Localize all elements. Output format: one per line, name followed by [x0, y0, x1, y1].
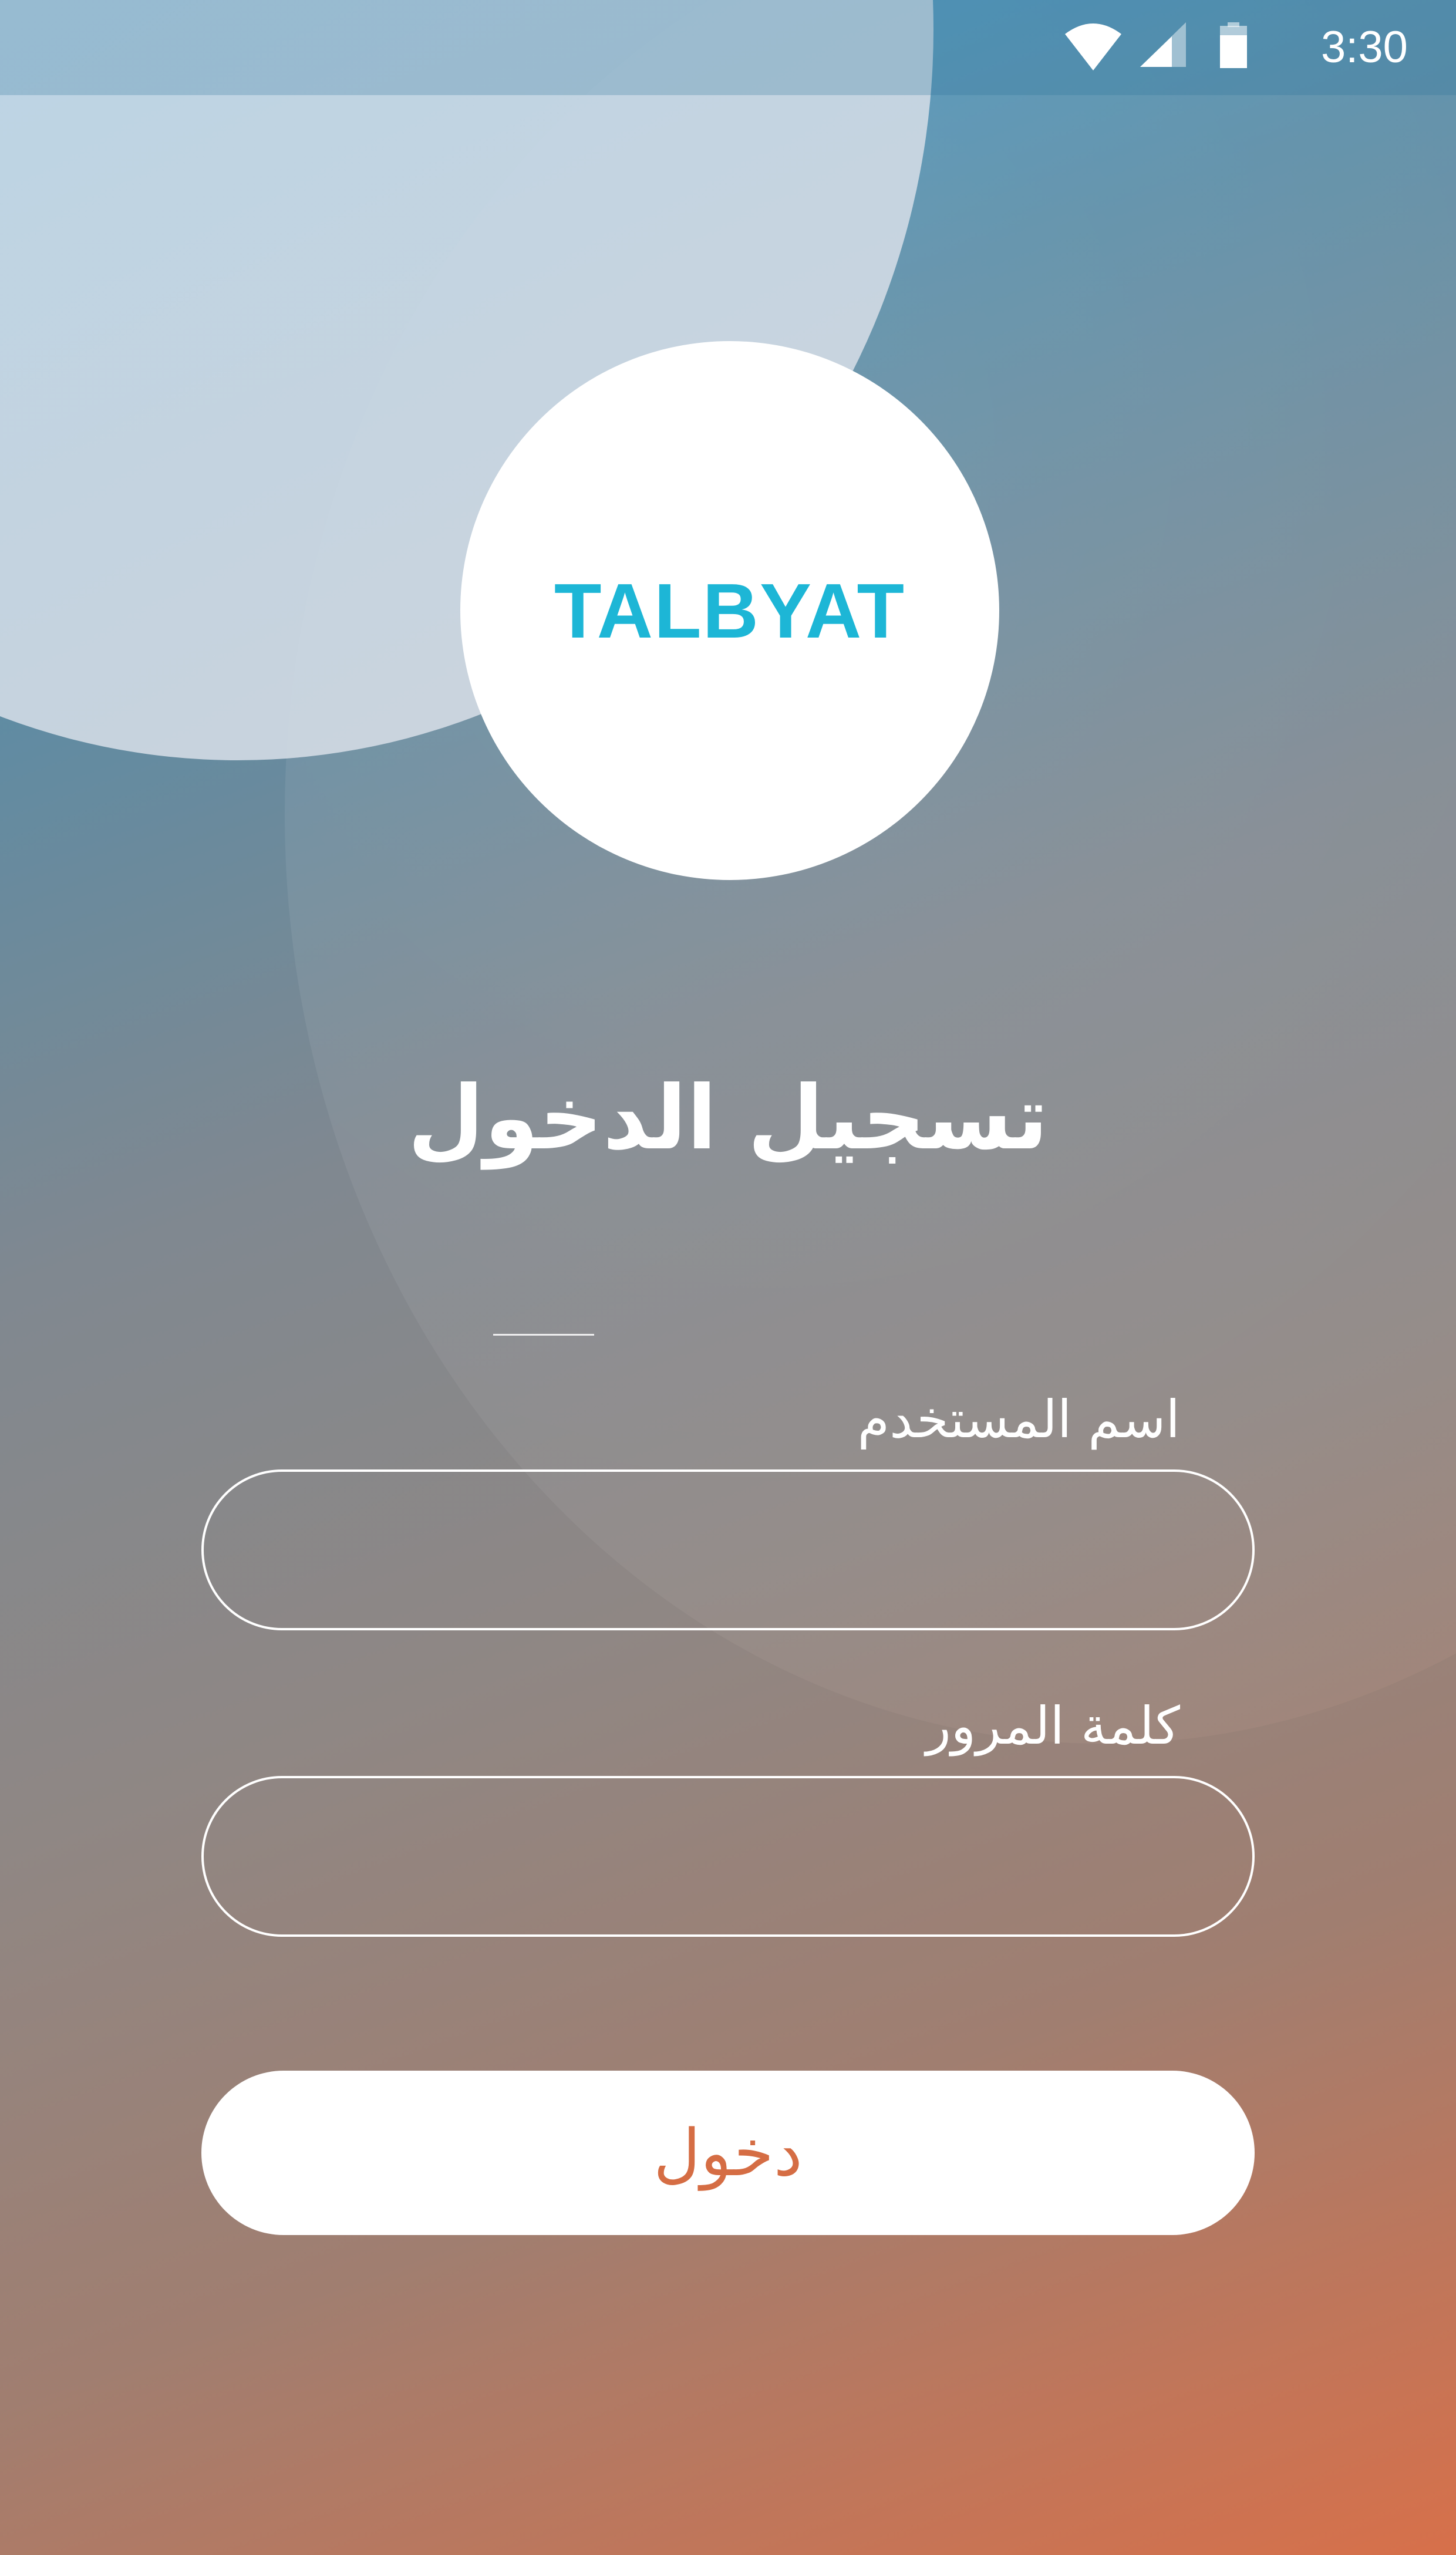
wifi-icon	[1064, 21, 1123, 76]
username-label: اسم المستخدم	[857, 1389, 1180, 1450]
status-bar: 3:30	[0, 0, 1456, 95]
status-time: 3:30	[1321, 22, 1408, 72]
login-button[interactable]: دخول	[201, 2071, 1255, 2235]
login-screen: 3:30 TALBYAT تسجيل الدخول اسم المستخدم ك…	[0, 0, 1456, 2555]
username-input[interactable]	[201, 1469, 1255, 1630]
page-title: تسجيل الدخول	[407, 1067, 1049, 1169]
password-label: كلمة المرور	[926, 1696, 1180, 1756]
password-input[interactable]	[201, 1776, 1255, 1937]
title-divider	[493, 1334, 594, 1336]
signal-icon	[1138, 21, 1186, 70]
logo-badge: TALBYAT	[460, 341, 999, 880]
battery-icon	[1219, 21, 1248, 70]
brand-logo: TALBYAT	[554, 567, 906, 654]
